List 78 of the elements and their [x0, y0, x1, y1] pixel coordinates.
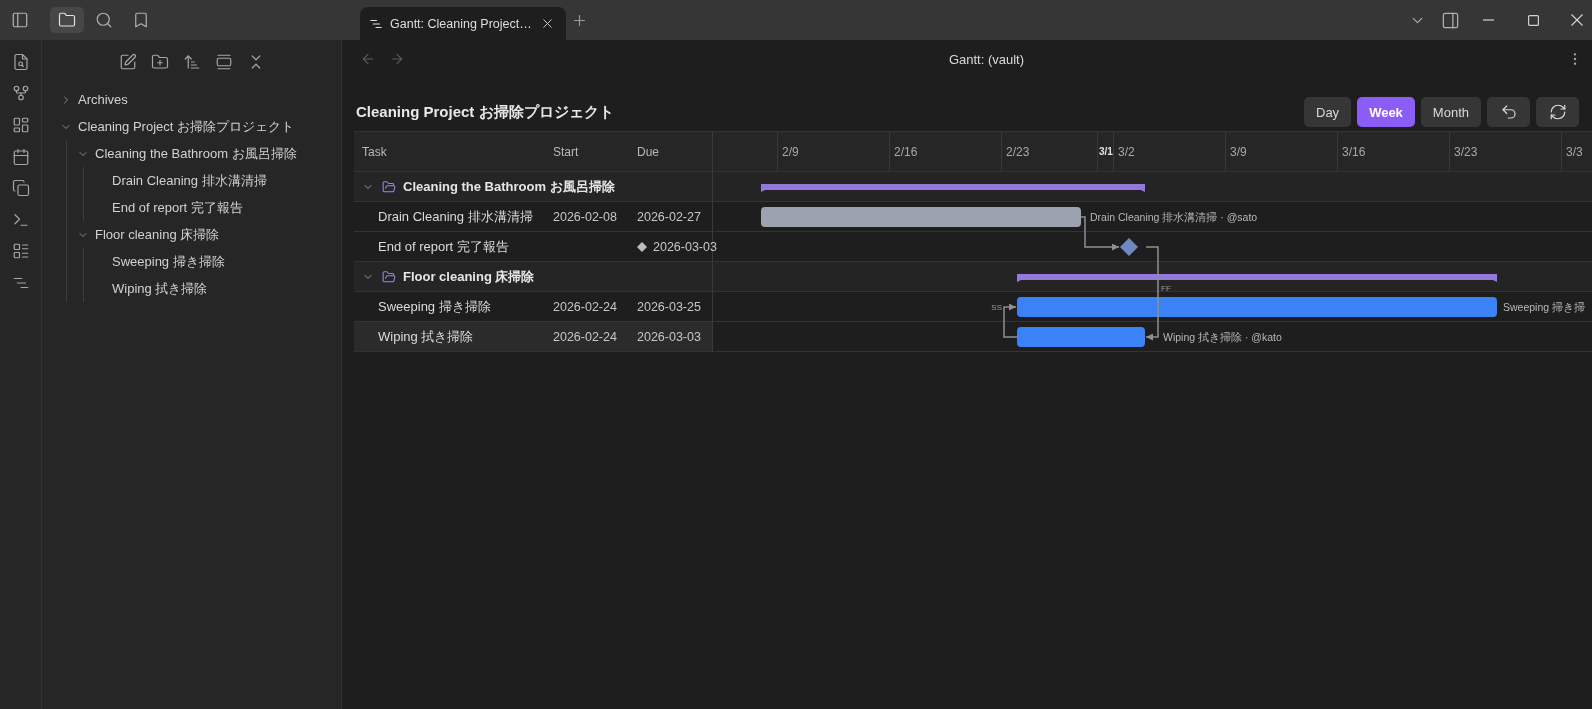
file-search-icon	[11, 52, 30, 71]
start-date-cell-text: 2026-02-24	[552, 298, 618, 316]
editor-tab[interactable]: Gantt: Cleaning Project…	[360, 7, 566, 40]
pencil-square-icon	[118, 53, 137, 71]
folder-icon	[382, 269, 396, 284]
bar-label: Sweeping 掃き掃	[1503, 300, 1586, 315]
task-name-cell-text: Wiping 拭き掃除	[377, 327, 475, 346]
panel-left-icon	[11, 11, 29, 29]
week-label: 3/9	[1230, 144, 1247, 159]
group-name: Cleaning the Bathroom お風呂掃除	[403, 177, 615, 196]
folder-icon	[382, 179, 396, 194]
bar-label: Drain Cleaning 排水溝清掃 · @sato	[1090, 210, 1258, 225]
arrow-right-icon	[389, 51, 405, 67]
dependency-arrow	[1003, 303, 1018, 338]
week-label: 3/3	[1566, 144, 1583, 159]
window-icon	[214, 53, 233, 71]
folder-plus-icon	[150, 53, 169, 71]
file-item[interactable]: Wiping 拭き掃除	[42, 275, 341, 302]
bookmark-icon	[132, 11, 150, 29]
task-name-cell-text: Drain Cleaning 排水溝清掃	[377, 207, 534, 226]
start-date-cell-text: 2026-02-24	[552, 328, 618, 346]
folder-item[interactable]: Archives	[42, 86, 341, 113]
scale-button[interactable]: Week	[1357, 97, 1415, 127]
task-row[interactable]: Wiping 拭き掃除 2026-02-24 2026-03-03	[354, 322, 712, 352]
folder-item[interactable]: Floor cleaning 床掃除	[42, 221, 341, 248]
task-row[interactable]: Drain Cleaning 排水溝清掃 2026-02-08 2026-02-27	[354, 202, 712, 232]
week-label: 3/23	[1454, 144, 1478, 159]
folder-item[interactable]: Cleaning Project お掃除プロジェクト	[42, 113, 341, 140]
panel-right-icon	[1440, 10, 1460, 30]
column-header: Due	[636, 143, 660, 161]
dependency-label: FF	[1161, 284, 1171, 293]
list-icon	[11, 242, 30, 261]
calendar-icon	[11, 147, 30, 166]
column-header: Task	[361, 143, 388, 161]
task-name-cell-text: End of report 完了報告	[377, 237, 510, 256]
task-name-cell-text: Sweeping 掃き掃除	[377, 297, 492, 316]
scale-button[interactable]: Day	[1304, 97, 1352, 127]
gantt-title: Cleaning Project お掃除プロジェクト	[356, 102, 614, 122]
view-title: Gantt: (vault)	[947, 51, 1026, 67]
folder-item[interactable]: Cleaning the Bathroom お風呂掃除	[42, 140, 341, 167]
start-date-cell-text: 2026-02-08	[552, 208, 618, 226]
file-item[interactable]: End of report 完了報告	[42, 194, 341, 221]
close-icon	[1571, 14, 1583, 26]
undo-icon	[1499, 103, 1518, 121]
dashboard-icon	[11, 116, 30, 134]
group-name: Floor cleaning 床掃除	[403, 267, 535, 286]
due-date-cell-text: 2026-03-25	[636, 298, 702, 316]
sort-icon	[182, 53, 201, 71]
file-item[interactable]: Sweeping 掃き掃除	[42, 248, 341, 275]
week-label: 3/2	[1118, 144, 1135, 159]
search-icon	[95, 11, 113, 29]
scale-button[interactable]: Month	[1420, 97, 1481, 127]
due-date: 2026-03-03	[653, 239, 717, 254]
minimize-icon	[1483, 19, 1494, 21]
dependency-label: SS	[991, 303, 1002, 312]
fork-icon	[11, 84, 30, 103]
refresh-icon	[1548, 103, 1567, 121]
bar-label: Wiping 拭き掃除 · @kato	[1163, 330, 1282, 345]
arrow-left-icon	[360, 51, 376, 67]
milestone-marker[interactable]	[1120, 238, 1138, 256]
month-label: 3/1	[1099, 146, 1113, 157]
file-item[interactable]: Drain Cleaning 排水溝清掃	[42, 167, 341, 194]
group-row[interactable]: Cleaning the Bathroom お風呂掃除	[354, 172, 712, 202]
due-date-cell-text: 2026-03-03	[636, 328, 702, 346]
week-label: 2/16	[894, 144, 918, 159]
folder-icon	[58, 11, 76, 29]
refresh-button[interactable]	[1536, 97, 1579, 127]
week-label: 2/23	[1006, 144, 1030, 159]
diamond-icon	[637, 241, 647, 252]
group-row[interactable]: Floor cleaning 床掃除	[354, 262, 712, 292]
week-label: 3/16	[1342, 144, 1366, 159]
undo-button[interactable]	[1487, 97, 1530, 127]
sidebar-tab[interactable]	[50, 7, 84, 33]
column-header: Start	[552, 143, 580, 161]
copy-icon	[11, 179, 30, 198]
maximize-icon	[1528, 14, 1539, 26]
due-date-cell-text: 2026-02-27	[636, 208, 702, 226]
week-label: 2/9	[782, 144, 799, 159]
